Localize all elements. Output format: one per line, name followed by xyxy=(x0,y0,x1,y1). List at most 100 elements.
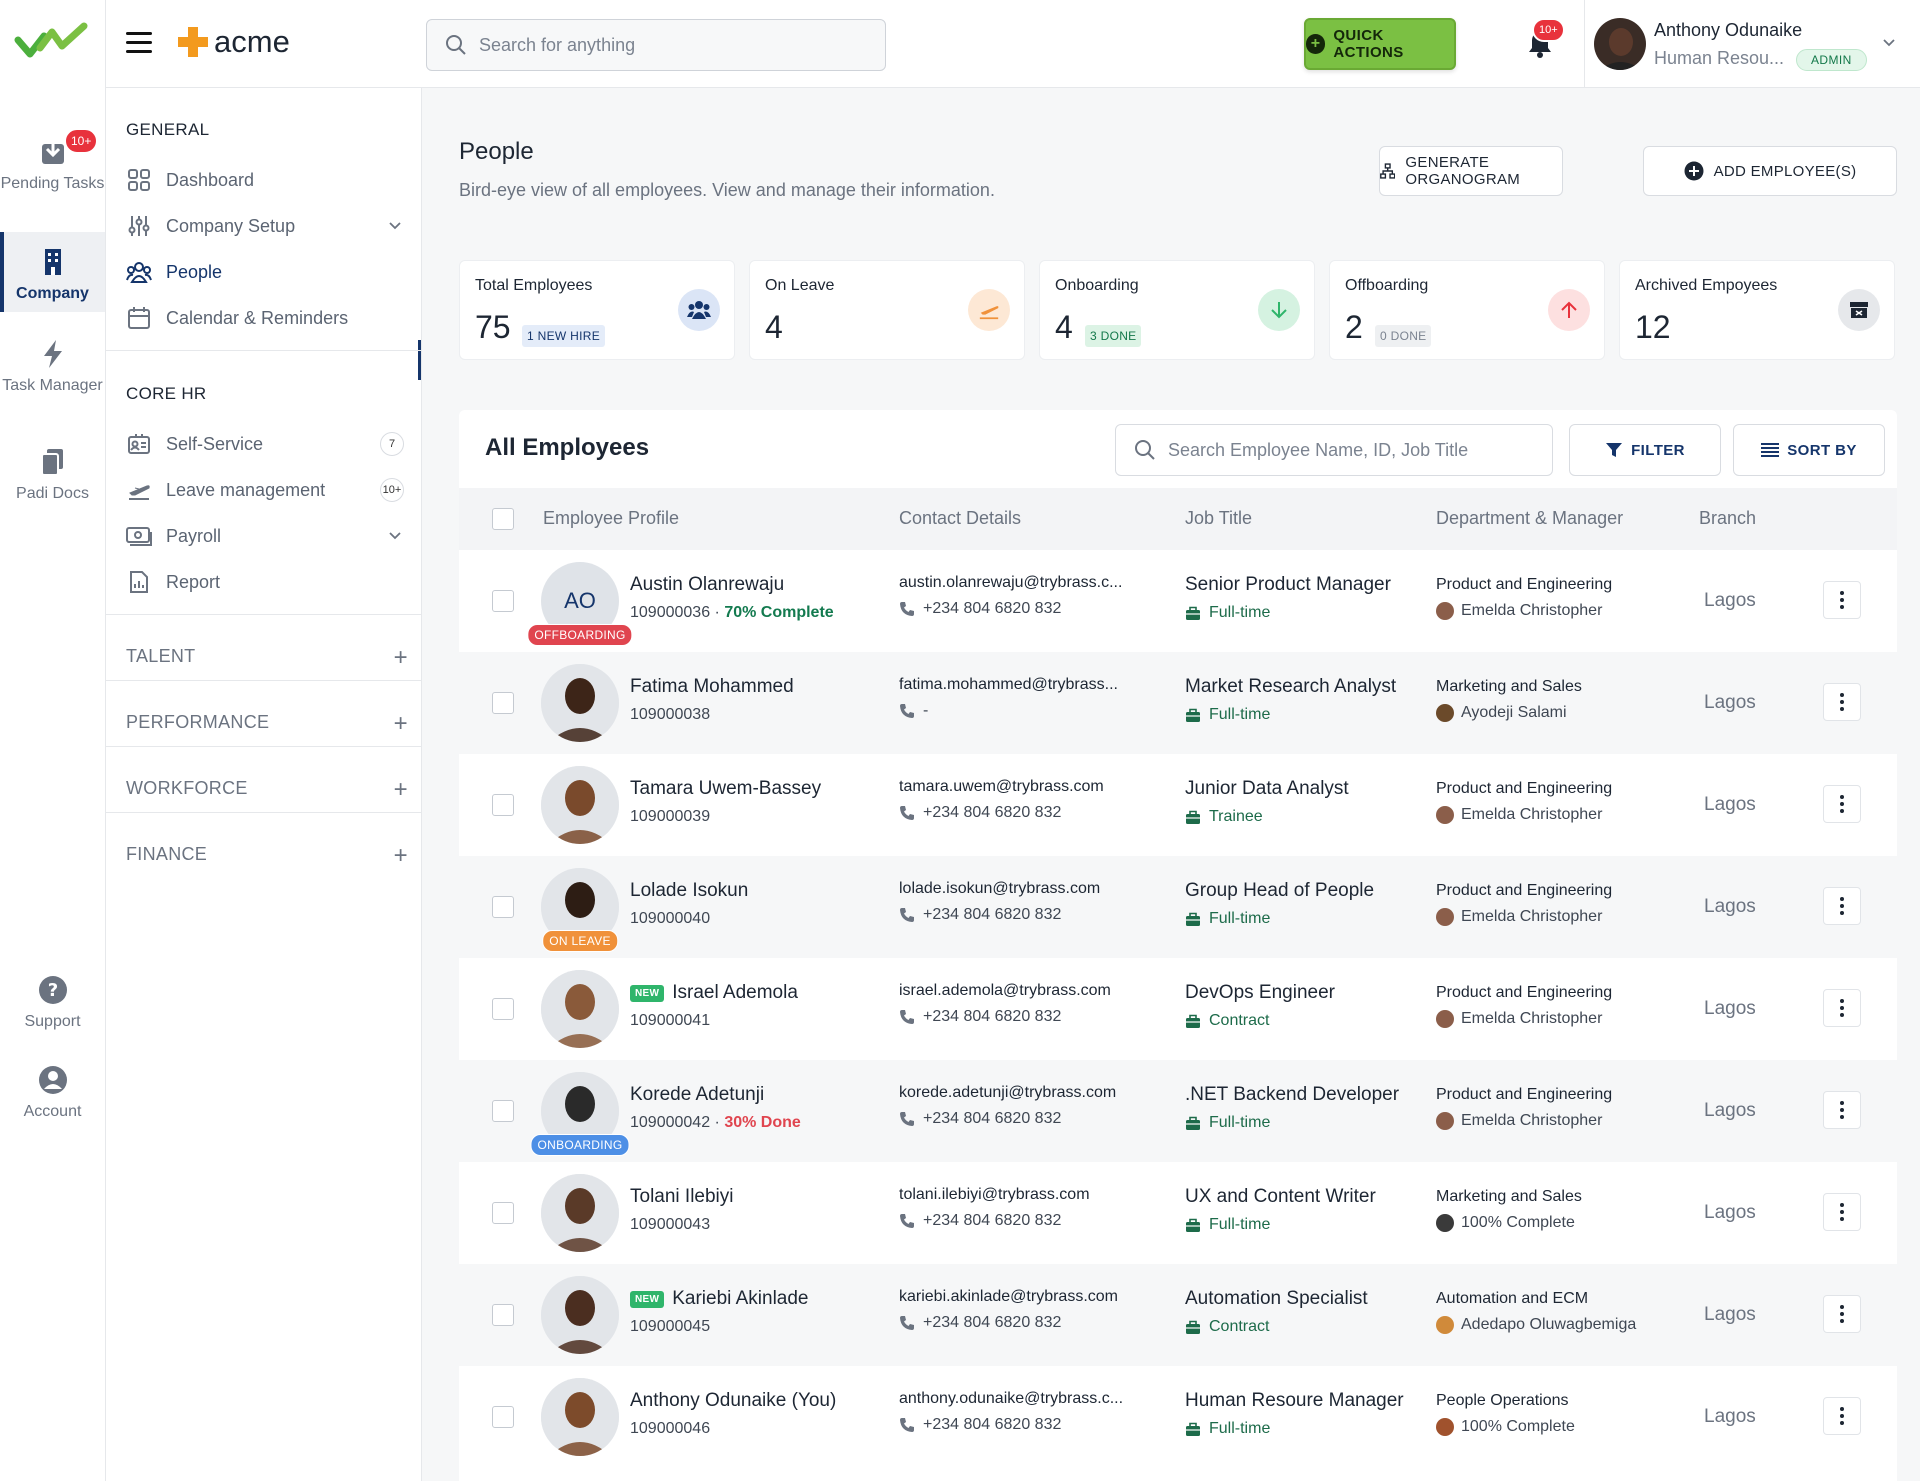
row-checkbox[interactable] xyxy=(492,1406,514,1428)
plus-icon[interactable]: + xyxy=(394,710,408,738)
more-options-icon[interactable] xyxy=(1823,1295,1861,1333)
avatar[interactable] xyxy=(541,1174,619,1252)
rail-padi-docs[interactable]: Padi Docs xyxy=(0,446,105,503)
sidebar-item-payroll[interactable]: Payroll xyxy=(126,518,406,554)
employee-search-input[interactable] xyxy=(1168,439,1548,461)
table-row[interactable]: Tamara Uwem-Bassey 109000039 tamara.uwem… xyxy=(459,754,1897,856)
more-options-icon[interactable] xyxy=(1823,1193,1861,1231)
table-row[interactable]: AO OFFBOARDING Austin Olanrewaju 1090000… xyxy=(459,550,1897,652)
rail-support[interactable]: ? Support xyxy=(0,974,105,1031)
avatar[interactable] xyxy=(541,766,619,844)
table-row[interactable]: NEW Israel Ademola 109000041 israel.ademo… xyxy=(459,958,1897,1060)
sidebar-item-self-service[interactable]: Self-Service 7 xyxy=(126,426,406,462)
employee-email[interactable]: fatima.mohammed@trybrass... xyxy=(899,676,1134,694)
sidebar-item-report[interactable]: Report xyxy=(126,564,406,600)
add-employee-button[interactable]: ADD EMPLOYEE(S) xyxy=(1643,146,1897,196)
row-checkbox[interactable] xyxy=(492,590,514,612)
table-row[interactable]: Tolani Ilebiyi 109000043 tolani.ilebiyi@… xyxy=(459,1162,1897,1264)
menu-icon[interactable] xyxy=(126,32,152,54)
rail-company[interactable]: Company xyxy=(0,232,105,312)
employee-name[interactable]: Tolani Ilebiyi xyxy=(630,1186,734,1208)
filter-button[interactable]: FILTER xyxy=(1569,424,1721,476)
sidebar-item-dashboard[interactable]: Dashboard xyxy=(126,162,406,198)
sidebar-section-finance[interactable]: FINANCE + xyxy=(126,842,408,869)
employee-email[interactable]: lolade.isokun@trybrass.com xyxy=(899,880,1134,898)
employee-name[interactable]: Austin Olanrewaju xyxy=(630,574,784,596)
column-header[interactable]: Contact Details xyxy=(899,508,1021,529)
employee-email[interactable]: anthony.odunaike@trybrass.c... xyxy=(899,1390,1134,1408)
row-checkbox[interactable] xyxy=(492,998,514,1020)
avatar[interactable] xyxy=(541,1378,619,1456)
employee-email[interactable]: austin.olanrewaju@trybrass.c... xyxy=(899,574,1134,592)
employee-email[interactable]: israel.ademola@trybrass.com xyxy=(899,982,1134,1000)
sidebar-item-leave-management[interactable]: Leave management 10+ xyxy=(126,472,406,508)
employee-email[interactable]: korede.adetunji@trybrass.com xyxy=(899,1084,1134,1102)
table-row[interactable]: NEW Kariebi Akinlade 109000045 kariebi.ak… xyxy=(459,1264,1897,1366)
chevron-down-icon[interactable] xyxy=(388,529,402,543)
sidebar-section-performance[interactable]: PERFORMANCE + xyxy=(126,710,408,737)
more-options-icon[interactable] xyxy=(1823,785,1861,823)
stat-offboarding[interactable]: Offboarding 2 0 DONE xyxy=(1329,260,1605,360)
sidebar-section-workforce[interactable]: WORKFORCE + xyxy=(126,776,408,803)
stat-archived[interactable]: Archived Empoyees 12 xyxy=(1619,260,1895,360)
plus-icon[interactable]: + xyxy=(394,644,408,672)
employee-name[interactable]: Fatima Mohammed xyxy=(630,676,794,698)
row-checkbox[interactable] xyxy=(492,896,514,918)
employee-email[interactable]: tolani.ilebiyi@trybrass.com xyxy=(899,1186,1134,1204)
stat-on-leave[interactable]: On Leave 4 xyxy=(749,260,1025,360)
rail-account[interactable]: Account xyxy=(0,1064,105,1121)
more-options-icon[interactable] xyxy=(1823,581,1861,619)
table-row[interactable]: ONBOARDING Korede Adetunji 109000042 · 3… xyxy=(459,1060,1897,1162)
department: Product and Engineering xyxy=(1436,576,1613,593)
column-header[interactable]: Department & Manager xyxy=(1436,508,1623,529)
more-options-icon[interactable] xyxy=(1823,683,1861,721)
more-options-icon[interactable] xyxy=(1823,989,1861,1027)
user-avatar[interactable] xyxy=(1594,18,1646,70)
stat-total-employees[interactable]: Total Employees 75 1 NEW HIRE xyxy=(459,260,735,360)
employee-email[interactable]: kariebi.akinlade@trybrass.com xyxy=(899,1288,1134,1306)
more-options-icon[interactable] xyxy=(1823,887,1861,925)
sort-button[interactable]: SORT BY xyxy=(1733,424,1885,476)
employee-email[interactable]: tamara.uwem@trybrass.com xyxy=(899,778,1134,796)
stat-onboarding[interactable]: Onboarding 4 3 DONE xyxy=(1039,260,1315,360)
row-checkbox[interactable] xyxy=(492,1202,514,1224)
row-checkbox[interactable] xyxy=(492,1100,514,1122)
quick-actions-button[interactable]: + QUICK ACTIONS xyxy=(1304,18,1456,70)
plus-icon[interactable]: + xyxy=(394,776,408,804)
chevron-down-icon[interactable] xyxy=(388,219,402,233)
avatar[interactable] xyxy=(541,970,619,1048)
generate-organogram-button[interactable]: GENERATE ORGANOGRAM xyxy=(1379,146,1563,196)
sidebar-item-company-setup[interactable]: Company Setup xyxy=(126,208,406,244)
select-all-checkbox[interactable] xyxy=(492,508,514,530)
chevron-down-icon[interactable] xyxy=(1882,36,1896,50)
brand-logo[interactable]: acme xyxy=(176,24,290,60)
employee-search[interactable] xyxy=(1115,424,1553,476)
employee-name[interactable]: Anthony Odunaike (You) xyxy=(630,1390,836,1412)
row-checkbox[interactable] xyxy=(492,692,514,714)
global-search-input[interactable] xyxy=(479,34,859,56)
app-logo[interactable] xyxy=(14,20,90,64)
table-row[interactable]: Fatima Mohammed 109000038 fatima.mohamme… xyxy=(459,652,1897,754)
column-header[interactable]: Employee Profile xyxy=(543,508,679,529)
employee-name[interactable]: Korede Adetunji xyxy=(630,1084,764,1106)
table-row[interactable]: Anthony Odunaike (You) 109000046 anthony… xyxy=(459,1366,1897,1468)
more-options-icon[interactable] xyxy=(1823,1091,1861,1129)
employee-name[interactable]: NEW Israel Ademola xyxy=(630,982,798,1004)
table-row[interactable]: ON LEAVE Lolade Isokun 109000040 lolade.… xyxy=(459,856,1897,958)
more-options-icon[interactable] xyxy=(1823,1397,1861,1435)
column-header[interactable]: Job Title xyxy=(1185,508,1252,529)
avatar[interactable] xyxy=(541,664,619,742)
sidebar-item-people[interactable]: People xyxy=(126,254,406,290)
column-header[interactable]: Branch xyxy=(1699,508,1756,529)
plus-icon[interactable]: + xyxy=(394,842,408,870)
rail-task-manager[interactable]: Task Manager xyxy=(0,338,105,395)
employee-name[interactable]: Lolade Isokun xyxy=(630,880,748,902)
row-checkbox[interactable] xyxy=(492,1304,514,1326)
row-checkbox[interactable] xyxy=(492,794,514,816)
employee-name[interactable]: NEW Kariebi Akinlade xyxy=(630,1288,809,1310)
global-search[interactable] xyxy=(426,19,886,71)
sidebar-item-calendar[interactable]: Calendar & Reminders xyxy=(126,300,406,336)
sidebar-section-talent[interactable]: TALENT + xyxy=(126,644,408,671)
avatar[interactable] xyxy=(541,1276,619,1354)
employee-name[interactable]: Tamara Uwem-Bassey xyxy=(630,778,821,800)
